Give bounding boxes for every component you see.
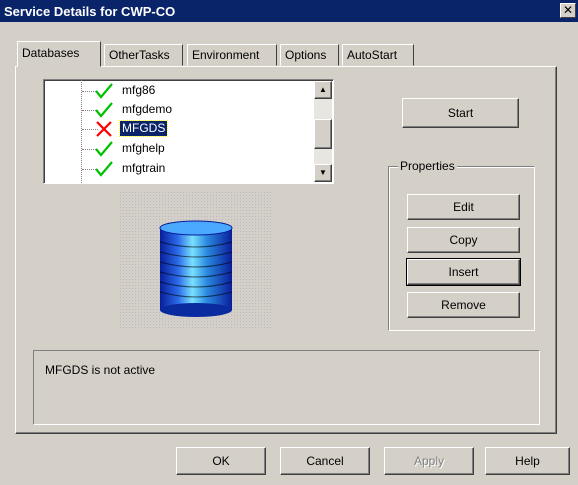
window-title: Service Details for CWP-CO xyxy=(4,4,176,19)
list-item-label: mfgdemo xyxy=(122,102,173,116)
apply-button-label: Apply xyxy=(413,454,445,468)
check-icon xyxy=(95,102,113,118)
tab-label: Databases xyxy=(22,46,80,60)
help-button[interactable]: Help xyxy=(485,447,570,475)
scroll-thumb[interactable] xyxy=(314,119,332,149)
list-item[interactable]: mfghelp xyxy=(44,140,304,158)
list-item-label: mfghelp xyxy=(122,141,165,155)
database-icon xyxy=(120,192,272,330)
list-item[interactable]: mfgtrain xyxy=(44,160,304,178)
edit-button-label: Edit xyxy=(453,200,474,214)
start-button-label: Start xyxy=(447,106,474,120)
list-item-label: mfg86 xyxy=(122,83,156,97)
apply-button: Apply xyxy=(384,447,474,475)
list-item[interactable]: mfg86 xyxy=(44,82,304,100)
list-item[interactable]: mfgdemo xyxy=(44,101,304,119)
scroll-down-button[interactable]: ▼ xyxy=(314,164,332,182)
properties-label: Properties xyxy=(398,159,457,173)
tab-autostart[interactable]: AutoStart xyxy=(342,44,414,66)
status-panel xyxy=(33,350,540,425)
copy-button[interactable]: Copy xyxy=(407,227,520,253)
cancel-button-label: Cancel xyxy=(306,454,344,468)
x-icon xyxy=(96,121,112,137)
ok-button-label: OK xyxy=(212,454,230,468)
close-icon: ✕ xyxy=(562,3,574,17)
arrow-up-icon: ▲ xyxy=(319,85,327,94)
list-item-selected[interactable]: MFGDS xyxy=(44,120,304,138)
tab-databases[interactable]: Databases xyxy=(17,41,101,67)
insert-button-label: Insert xyxy=(448,265,479,279)
ok-button[interactable]: OK xyxy=(176,447,266,475)
copy-button-label: Copy xyxy=(449,233,478,247)
tab-label: Options xyxy=(285,48,327,62)
tab-options[interactable]: Options xyxy=(280,44,339,66)
insert-button[interactable]: Insert xyxy=(406,258,521,286)
tab-othertasks[interactable]: OtherTasks xyxy=(104,44,183,66)
check-icon xyxy=(95,161,113,177)
close-button[interactable]: ✕ xyxy=(560,3,576,18)
tab-environment[interactable]: Environment xyxy=(187,44,277,66)
title-bar: Service Details for CWP-CO ✕ xyxy=(0,0,578,22)
cancel-button[interactable]: Cancel xyxy=(280,447,370,475)
list-scrollbar[interactable]: ▲ ▼ xyxy=(314,81,332,182)
remove-button-label: Remove xyxy=(441,298,486,312)
scroll-up-button[interactable]: ▲ xyxy=(314,81,332,99)
tab-label: AutoStart xyxy=(347,48,398,62)
database-list[interactable]: mfg86 mfgdemo MFGDS mfghelp mfgtrain ▲ ▼ xyxy=(43,79,334,184)
start-button[interactable]: Start xyxy=(402,98,519,128)
tab-label: OtherTasks xyxy=(109,48,170,62)
check-icon xyxy=(95,83,113,99)
tab-label: Environment xyxy=(192,48,260,62)
edit-button[interactable]: Edit xyxy=(407,194,520,220)
arrow-down-icon: ▼ xyxy=(319,168,327,177)
help-button-label: Help xyxy=(515,454,540,468)
status-message: MFGDS is not active xyxy=(45,363,156,377)
remove-button[interactable]: Remove xyxy=(407,292,520,318)
check-icon xyxy=(95,141,113,157)
list-item-label: mfgtrain xyxy=(122,161,166,175)
list-item-label: MFGDS xyxy=(118,120,169,137)
